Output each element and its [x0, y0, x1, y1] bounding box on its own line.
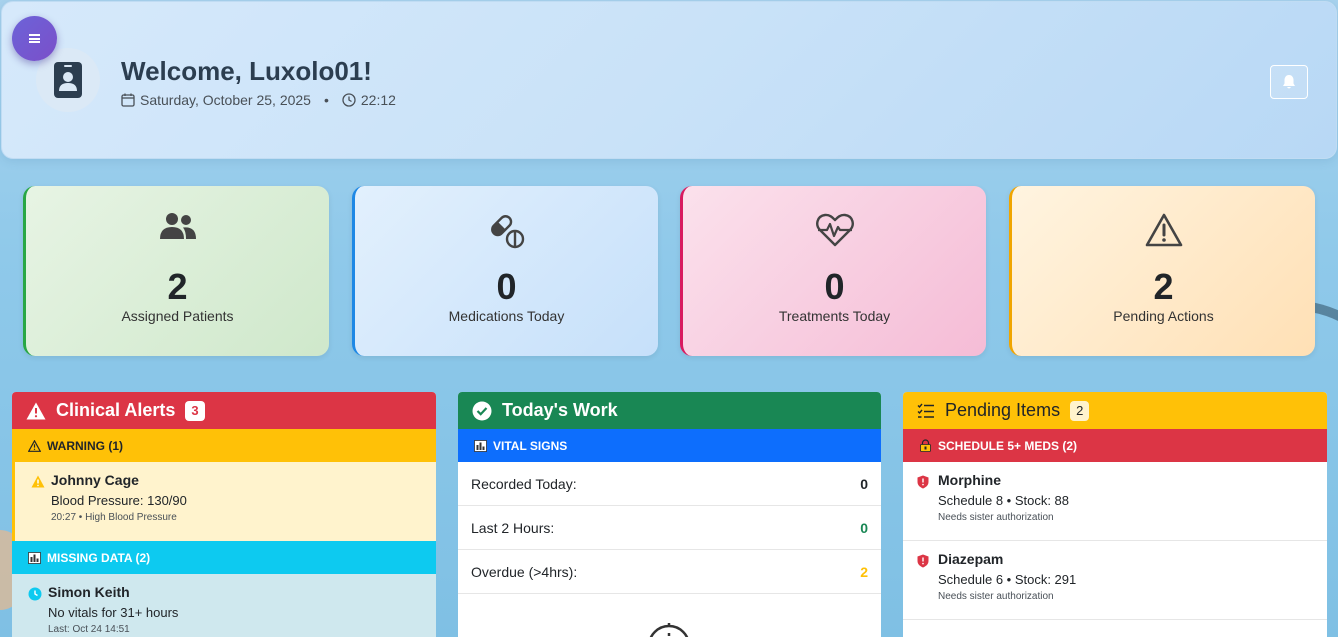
current-date: Saturday, October 25, 2025: [140, 92, 311, 108]
alert-meta: 20:27 • High Blood Pressure: [51, 512, 177, 523]
bar-chart-icon: [28, 551, 41, 564]
pending-items-header: Pending Items 2: [903, 392, 1327, 429]
medication-details: Schedule 8 • Stock: 88: [938, 493, 1070, 508]
warning-icon: [1145, 213, 1182, 247]
section-title: VITAL SIGNS: [493, 438, 568, 453]
section-title: MISSING DATA (2): [47, 550, 151, 565]
stat-label: Assigned Patients: [121, 308, 234, 324]
hamburger-icon: [29, 34, 40, 43]
stat-value: 0: [824, 266, 845, 307]
calendar-icon: [121, 93, 135, 107]
alert-item[interactable]: Johnny Cage Blood Pressure: 130/90 20:27…: [12, 462, 436, 541]
section-title: WARNING (1): [47, 438, 123, 453]
users-icon: [159, 213, 196, 239]
clinical-alerts-panel: Clinical Alerts 3 WARNING (1) Johnny Cag…: [12, 392, 436, 637]
medication-name: Diazepam: [938, 551, 1004, 567]
stat-card-medications-today: 0 Medications Today: [352, 186, 658, 356]
shield-icon: [917, 475, 929, 489]
panel-title: Today's Work: [502, 400, 618, 420]
schedule-meds-section-header[interactable]: SCHEDULE 5+ MEDS (2): [903, 429, 1327, 462]
pending-count-badge: 2: [1070, 400, 1090, 421]
bell-icon: [1283, 75, 1295, 89]
stat-label: Treatments Today: [778, 308, 891, 324]
id-badge-icon: [54, 62, 82, 98]
row-label: Recorded Today:: [471, 475, 577, 492]
stat-card-assigned-patients: 2 Assigned Patients: [23, 186, 329, 356]
warning-icon: [31, 475, 45, 488]
medication-note: Needs sister authorization: [938, 591, 1054, 602]
separator: •: [323, 92, 329, 108]
medication-note: Needs sister authorization: [938, 512, 1054, 523]
stat-card-treatments-today: 0 Treatments Today: [680, 186, 986, 356]
row-value: 0: [860, 519, 868, 536]
panel-title: Clinical Alerts: [56, 400, 176, 420]
patient-name: Johnny Cage: [51, 472, 139, 488]
stat-value: 0: [496, 266, 517, 307]
vitals-overdue-row: Overdue (>4hrs): 2: [458, 550, 881, 594]
stat-label: Medications Today: [448, 308, 565, 324]
stat-label: Pending Actions: [1113, 308, 1214, 324]
vitals-recorded-today-row: Recorded Today: 0: [458, 462, 881, 506]
clock-icon: [28, 587, 42, 601]
current-time: 22:12: [360, 92, 396, 108]
lock-icon: [920, 439, 931, 452]
todays-work-header: Today's Work: [458, 392, 881, 429]
medication-item[interactable]: Diazepam Schedule 6 • Stock: 291 Needs s…: [903, 541, 1327, 620]
page-title: Welcome, Luxolo01!: [121, 56, 372, 86]
warning-section-header[interactable]: WARNING (1): [12, 429, 436, 462]
warning-icon: [28, 439, 41, 452]
row-label: Overdue (>4hrs):: [471, 563, 578, 580]
clinical-alerts-header: Clinical Alerts 3: [12, 392, 436, 429]
panel-title: Pending Items: [945, 400, 1061, 420]
bar-chart-icon: [474, 439, 487, 452]
stat-value: 2: [1153, 266, 1174, 307]
stat-card-pending-actions: 2 Pending Actions: [1009, 186, 1315, 356]
date-time-line: Saturday, October 25, 2025 • 22:12: [121, 92, 396, 108]
alerts-count-badge: 3: [185, 400, 205, 421]
notifications-button[interactable]: [1270, 65, 1308, 99]
row-label: Last 2 Hours:: [471, 519, 555, 536]
alert-meta: Last: Oct 24 14:51: [48, 624, 130, 635]
medication-name: Morphine: [938, 472, 1001, 488]
menu-toggle-button[interactable]: [12, 16, 57, 61]
heart-pulse-icon: [815, 213, 854, 247]
stopwatch-icon: [649, 623, 689, 637]
vitals-last-2-hours-row: Last 2 Hours: 0: [458, 506, 881, 550]
vital-signs-section-header[interactable]: VITAL SIGNS: [458, 429, 881, 462]
medication-item[interactable]: Morphine Schedule 8 • Stock: 88 Needs si…: [903, 462, 1327, 541]
pending-items-panel: Pending Items 2 SCHEDULE 5+ MEDS (2) Mor…: [903, 392, 1327, 637]
empty-state-area: [458, 594, 881, 637]
stat-value: 2: [167, 266, 188, 307]
check-circle-icon: [472, 401, 492, 420]
medication-details: Schedule 6 • Stock: 291: [938, 572, 1077, 587]
shield-icon: [917, 554, 929, 568]
patient-name: Simon Keith: [48, 584, 130, 600]
todays-work-panel: Today's Work VITAL SIGNS Recorded Today:…: [458, 392, 881, 637]
clock-icon: [342, 93, 356, 107]
missing-data-section-header[interactable]: MISSING DATA (2): [12, 541, 436, 574]
row-value: 2: [860, 563, 868, 580]
welcome-header: Welcome, Luxolo01! Saturday, October 25,…: [1, 1, 1337, 159]
alert-description: No vitals for 31+ hours: [48, 605, 179, 620]
pills-icon: [490, 215, 524, 249]
warning-icon: [26, 402, 46, 419]
alert-item[interactable]: Simon Keith No vitals for 31+ hours Last…: [12, 574, 436, 637]
alert-description: Blood Pressure: 130/90: [51, 493, 187, 508]
list-check-icon: [917, 403, 934, 418]
section-title: SCHEDULE 5+ MEDS (2): [938, 438, 1078, 453]
row-value: 0: [860, 475, 868, 492]
